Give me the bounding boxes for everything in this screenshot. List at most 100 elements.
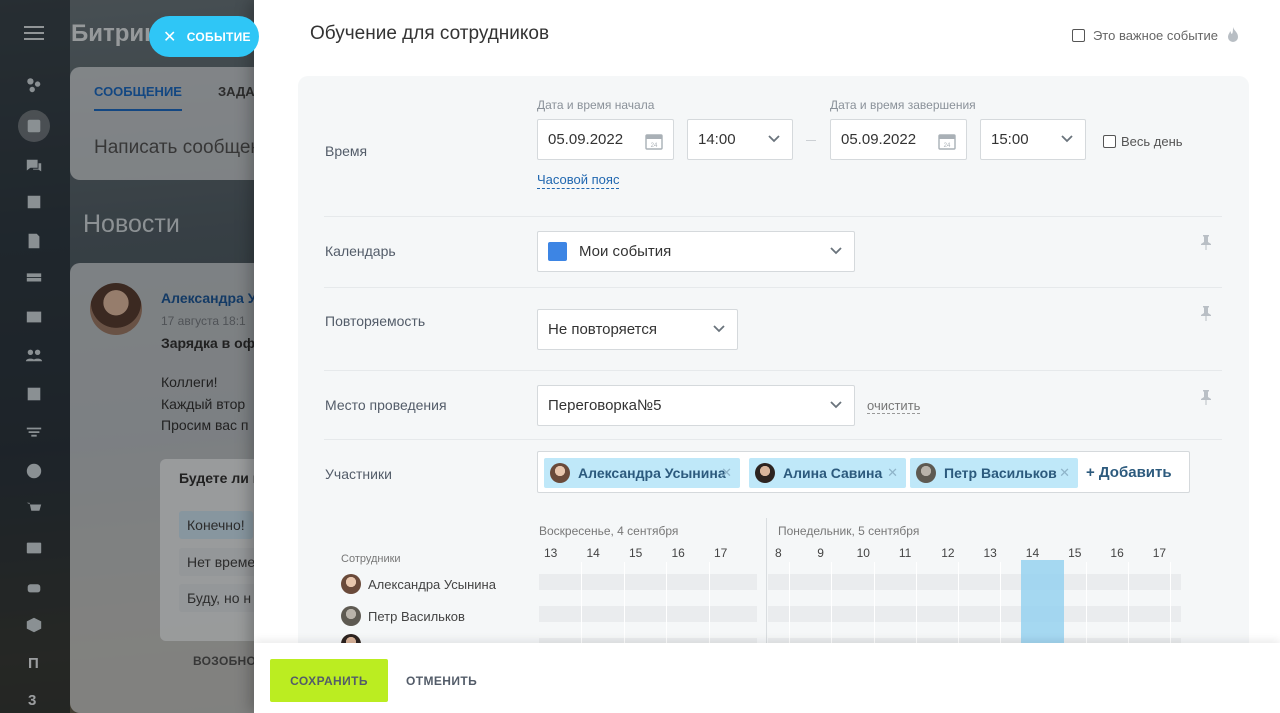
planner-day-label: Понедельник, 5 сентября — [778, 524, 920, 538]
important-checkbox[interactable] — [1071, 28, 1085, 42]
clear-location-link[interactable]: очистить — [867, 398, 921, 414]
all-day-toggle[interactable]: Весь день — [1103, 134, 1183, 149]
hour-label: 9 — [817, 546, 824, 560]
chevron-down-icon — [830, 401, 842, 409]
all-day-label: Весь день — [1121, 134, 1183, 149]
divider — [324, 439, 1222, 440]
timezone-link[interactable]: Часовой пояс — [537, 172, 620, 189]
event-chip-label: СОБЫТИЕ — [186, 29, 251, 44]
participant-chip[interactable]: Алина Савина ✕ — [749, 458, 906, 488]
location-select[interactable]: Переговорка№5 — [537, 385, 855, 426]
calendar-label: Календарь — [325, 243, 396, 259]
repeat-value: Не повторяется — [548, 321, 657, 338]
participants-field[interactable]: Александра Усынина ✕ Алина Савина ✕ Петр… — [537, 451, 1190, 493]
avatar — [755, 463, 775, 483]
panel-footer: СОХРАНИТЬ ОТМЕНИТЬ — [254, 643, 1280, 713]
calendar-icon[interactable]: 24 — [938, 132, 956, 150]
start-caption: Дата и время начала — [537, 98, 655, 112]
planner-row — [768, 606, 1181, 622]
end-time-value: 15:00 — [991, 131, 1029, 148]
divider — [324, 370, 1222, 371]
location-value: Переговорка№5 — [548, 397, 662, 414]
hour-label: 10 — [856, 546, 870, 560]
calendar-value: Мои события — [579, 243, 672, 260]
employees-caption: Сотрудники — [341, 553, 401, 565]
grid-line — [581, 562, 582, 652]
calendar-color-swatch — [548, 242, 567, 261]
chevron-down-icon — [1061, 135, 1073, 143]
employee-name: Петр Васильков — [368, 608, 465, 624]
hour-label: 11 — [898, 546, 912, 560]
planner-day-label: Воскресенье, 4 сентября — [539, 524, 679, 538]
all-day-checkbox[interactable] — [1103, 135, 1116, 148]
end-time-select[interactable]: 15:00 — [980, 119, 1086, 160]
avatar — [916, 463, 936, 483]
hour-label: 12 — [941, 546, 955, 560]
grid-line — [958, 562, 959, 652]
event-title[interactable]: Обучение для сотрудников — [310, 23, 549, 45]
range-separator — [806, 140, 816, 141]
hour-label: 17 — [1152, 546, 1167, 560]
end-date-input[interactable]: 05.09.2022 24 — [830, 119, 967, 160]
divider — [324, 216, 1222, 217]
participants-label: Участники — [325, 466, 392, 482]
planner-grid-day1[interactable] — [539, 562, 757, 654]
hour-label: 14 — [1025, 546, 1040, 560]
pin-icon[interactable] — [1200, 389, 1212, 406]
remove-icon[interactable]: ✕ — [887, 465, 898, 481]
grid-line — [709, 562, 710, 652]
repeat-select[interactable]: Не повторяется — [537, 309, 738, 350]
close-event-slider-button[interactable]: ✕ СОБЫТИЕ — [149, 16, 259, 57]
pin-icon[interactable] — [1200, 234, 1212, 251]
divider — [324, 287, 1222, 288]
planner-row — [768, 574, 1181, 590]
start-time-select[interactable]: 14:00 — [687, 119, 793, 160]
hour-label: 13 — [544, 546, 558, 560]
hour-label: 16 — [1110, 546, 1124, 560]
cancel-button[interactable]: ОТМЕНИТЬ — [406, 674, 477, 688]
participant-chip[interactable]: Петр Васильков ✕ — [910, 458, 1078, 488]
selected-time-slot[interactable] — [1021, 560, 1064, 652]
hour-label: 14 — [586, 546, 600, 560]
flame-icon — [1228, 27, 1238, 42]
calendar-icon[interactable]: 24 — [645, 132, 663, 150]
day-separator — [766, 518, 767, 648]
remove-icon[interactable]: ✕ — [1059, 465, 1070, 481]
save-button[interactable]: СОХРАНИТЬ — [270, 659, 388, 702]
start-date-input[interactable]: 05.09.2022 24 — [537, 119, 674, 160]
repeat-label: Повторяемость — [325, 313, 426, 329]
employee-row: Александра Усынина — [341, 574, 496, 594]
important-event-toggle[interactable]: Это важное событие — [1071, 27, 1240, 43]
chevron-down-icon — [713, 325, 725, 333]
participant-name: Алина Савина — [783, 465, 883, 481]
grid-line — [624, 562, 625, 652]
pin-icon[interactable] — [1200, 305, 1212, 322]
remove-icon[interactable]: ✕ — [721, 465, 732, 481]
end-caption: Дата и время завершения — [830, 98, 976, 112]
important-label: Это важное событие — [1092, 27, 1218, 43]
time-label: Время — [325, 143, 368, 159]
grid-line — [916, 562, 917, 652]
avatar — [341, 606, 361, 626]
grid-line — [874, 562, 875, 652]
participant-chip[interactable]: Александра Усынина ✕ — [544, 458, 740, 488]
grid-line — [831, 562, 832, 652]
employee-name: Александра Усынина — [368, 576, 496, 592]
location-label: Место проведения — [325, 397, 447, 413]
event-edit-panel: Обучение для сотрудников Это важное собы… — [254, 0, 1280, 713]
participant-name: Александра Усынина — [578, 465, 726, 481]
add-participant-button[interactable]: + Добавить — [1086, 464, 1172, 481]
planner-grid-day2[interactable] — [768, 562, 1181, 654]
end-date-value: 05.09.2022 — [841, 131, 917, 148]
chevron-down-icon — [768, 135, 780, 143]
start-time-value: 14:00 — [698, 131, 736, 148]
hour-label: 15 — [629, 546, 643, 560]
hour-label: 16 — [671, 546, 685, 560]
calendar-select[interactable]: Мои события — [537, 231, 855, 272]
grid-line — [1000, 562, 1001, 652]
hour-label: 8 — [775, 546, 782, 560]
hour-label: 15 — [1068, 546, 1082, 560]
svg-text:24: 24 — [944, 143, 951, 149]
close-icon: ✕ — [163, 28, 177, 46]
hour-label: 13 — [983, 546, 997, 560]
